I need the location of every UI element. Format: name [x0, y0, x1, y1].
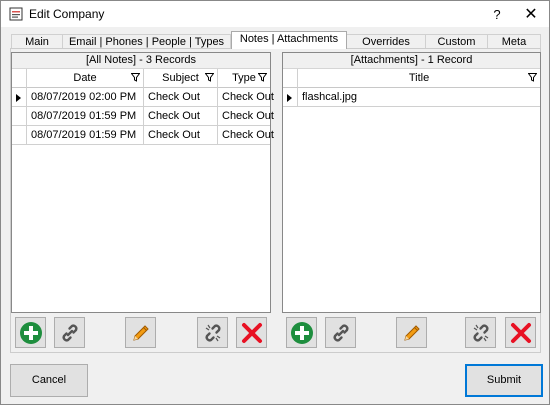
plus-circle-icon	[19, 321, 42, 344]
tab-overrides[interactable]: Overrides	[346, 34, 426, 49]
note-type-cell[interactable]: Check Out	[218, 88, 274, 107]
delete-note-button[interactable]	[236, 317, 267, 348]
table-row[interactable]: flashcal.jpg	[283, 88, 540, 107]
window-title: Edit Company	[29, 7, 105, 21]
note-subject-cell[interactable]: Check Out	[144, 88, 218, 107]
attachments-header-selector	[283, 69, 298, 88]
filter-funnel-icon[interactable]	[528, 73, 537, 82]
link-icon	[62, 324, 77, 341]
row-selector[interactable]	[283, 88, 298, 107]
unlink-icon	[205, 324, 220, 341]
attachments-grid-header: Title	[283, 69, 540, 88]
link-attachment-button[interactable]	[325, 317, 356, 348]
pencil-icon	[403, 324, 420, 341]
submit-button[interactable]: Submit	[465, 364, 543, 397]
tab-meta[interactable]: Meta	[487, 34, 541, 49]
note-type-cell[interactable]: Check Out	[218, 107, 274, 126]
tab-strip: Main Email | Phones | People | Types Not…	[11, 31, 541, 49]
notes-column-subject-label: Subject	[162, 72, 199, 84]
tab-main[interactable]: Main	[11, 34, 63, 49]
attachments-column-title[interactable]: Title	[298, 69, 540, 88]
table-row[interactable]: 08/07/2019 02:00 PM Check Out Check Out	[12, 88, 274, 107]
notes-grid-caption: [All Notes] - 3 Records	[12, 53, 270, 69]
edit-note-button[interactable]	[125, 317, 156, 348]
edit-company-dialog: Edit Company ? ✕ Main Email | Phones | P…	[0, 0, 550, 405]
table-row[interactable]: 08/07/2019 01:59 PM Check Out Check Out	[12, 107, 274, 126]
help-button[interactable]: ?	[485, 2, 509, 26]
row-selector[interactable]	[12, 88, 27, 107]
row-selector[interactable]	[12, 107, 27, 126]
table-row[interactable]: 08/07/2019 01:59 PM Check Out Check Out	[12, 126, 274, 145]
notes-grid-header: Date Subject Type	[12, 69, 270, 88]
unlink-icon	[473, 324, 488, 341]
row-pointer-icon	[16, 94, 21, 102]
note-type-cell[interactable]: Check Out	[218, 126, 274, 145]
edit-attachment-button[interactable]	[396, 317, 427, 348]
note-subject-cell[interactable]: Check Out	[144, 126, 218, 145]
unlink-attachment-button[interactable]	[465, 317, 496, 348]
attachments-grid-caption: [Attachments] - 1 Record	[283, 53, 540, 69]
notes-column-type[interactable]: Type	[218, 69, 270, 88]
notes-header-selector	[12, 69, 27, 88]
notes-column-date-label: Date	[73, 72, 97, 84]
unlink-note-button[interactable]	[197, 317, 228, 348]
attachments-grid[interactable]: [Attachments] - 1 Record Title flashcal.…	[282, 52, 541, 313]
title-bar: Edit Company ? ✕	[1, 1, 549, 27]
tab-custom[interactable]: Custom	[425, 34, 488, 49]
filter-funnel-icon[interactable]	[131, 73, 140, 82]
delete-attachment-button[interactable]	[505, 317, 536, 348]
red-x-icon	[241, 322, 262, 343]
add-note-button[interactable]	[15, 317, 46, 348]
filter-funnel-icon[interactable]	[205, 73, 214, 82]
link-icon	[333, 324, 348, 341]
filter-funnel-icon[interactable]	[258, 73, 267, 82]
pencil-icon	[132, 324, 149, 341]
close-button[interactable]: ✕	[519, 2, 543, 26]
notes-grid[interactable]: [All Notes] - 3 Records Date Subject Typ…	[11, 52, 274, 313]
note-date-cell[interactable]: 08/07/2019 02:00 PM	[27, 88, 144, 107]
note-date-cell[interactable]: 08/07/2019 01:59 PM	[27, 107, 144, 126]
tab-email-phones-people-types[interactable]: Email | Phones | People | Types	[62, 34, 231, 49]
red-x-icon	[510, 322, 531, 343]
attachment-title-cell[interactable]: flashcal.jpg	[298, 88, 540, 107]
app-icon	[9, 7, 23, 21]
plus-circle-icon	[290, 321, 313, 344]
tab-notes-attachments[interactable]: Notes | Attachments	[231, 31, 347, 49]
link-note-button[interactable]	[54, 317, 85, 348]
row-pointer-icon	[287, 94, 292, 102]
row-selector[interactable]	[12, 126, 27, 145]
notes-column-date[interactable]: Date	[27, 69, 144, 88]
note-date-cell[interactable]: 08/07/2019 01:59 PM	[27, 126, 144, 145]
note-subject-cell[interactable]: Check Out	[144, 107, 218, 126]
add-attachment-button[interactable]	[286, 317, 317, 348]
attachments-column-title-label: Title	[408, 72, 430, 84]
notes-column-subject[interactable]: Subject	[144, 69, 218, 88]
cancel-button[interactable]: Cancel	[10, 364, 88, 397]
notes-column-type-label: Type	[232, 72, 256, 84]
